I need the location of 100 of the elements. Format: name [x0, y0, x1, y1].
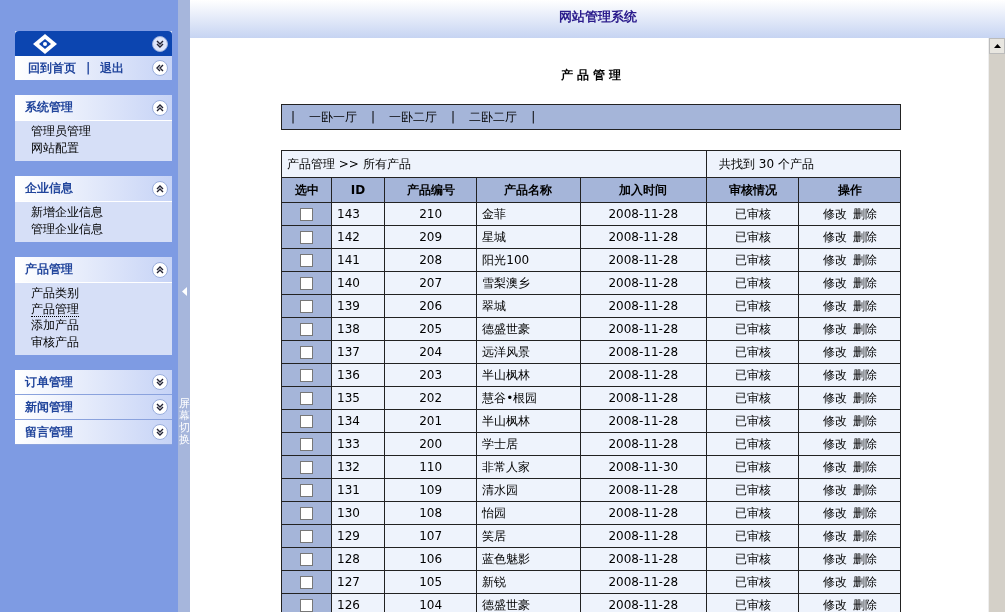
checkbox[interactable]: [300, 368, 313, 382]
column-header: 审核情况: [706, 177, 799, 203]
delete-link[interactable]: 删除: [852, 206, 877, 221]
sidebar-item[interactable]: 产品类别: [31, 285, 79, 302]
delete-link[interactable]: 删除: [852, 436, 877, 451]
checkbox[interactable]: [300, 322, 313, 336]
edit-link[interactable]: 修改: [822, 344, 847, 359]
checkbox[interactable]: [300, 207, 313, 221]
checkbox[interactable]: [300, 391, 313, 405]
sidebar-item[interactable]: 产品管理: [31, 302, 79, 317]
delete-link[interactable]: 删除: [852, 367, 877, 382]
scroll-up-button[interactable]: [989, 38, 1005, 54]
delete-link[interactable]: 删除: [852, 229, 877, 244]
sidebar-item[interactable]: 新增企业信息: [31, 204, 103, 221]
checkbox[interactable]: [300, 230, 313, 244]
separator: |: [530, 109, 537, 125]
up-arrow-icon: [993, 44, 1001, 48]
sidebar-item[interactable]: 网站配置: [31, 140, 79, 157]
sidebar-item[interactable]: 审核产品: [31, 334, 79, 351]
checkbox[interactable]: [300, 253, 313, 267]
checkbox[interactable]: [300, 460, 313, 474]
section-header[interactable]: 系统管理: [25, 100, 73, 115]
expand-icon[interactable]: [152, 374, 168, 390]
delete-link[interactable]: 删除: [852, 344, 877, 359]
delete-link[interactable]: 删除: [852, 482, 877, 497]
checkbox[interactable]: [300, 552, 313, 566]
nav-link-text[interactable]: 回到首页: [25, 60, 79, 76]
collapse-icon[interactable]: [152, 261, 168, 278]
edit-link[interactable]: 修改: [822, 413, 847, 428]
collapse-sidebar-icon[interactable]: [152, 60, 168, 76]
checkbox[interactable]: [300, 414, 313, 428]
checkbox[interactable]: [300, 483, 313, 497]
category-link[interactable]: 一卧二厅: [386, 109, 441, 125]
collapse-icon[interactable]: [152, 180, 168, 197]
edit-link[interactable]: 修改: [822, 206, 847, 221]
section-header[interactable]: 新闻管理: [25, 399, 73, 415]
sidebar-item[interactable]: 管理员管理: [31, 123, 91, 140]
delete-link[interactable]: 删除: [852, 551, 877, 566]
sidebar-item[interactable]: 管理企业信息: [31, 221, 103, 238]
column-header: 产品名称: [476, 177, 581, 203]
delete-link[interactable]: 删除: [852, 597, 877, 612]
category-link[interactable]: 一卧一厅: [306, 109, 361, 125]
result-count: 共找到 30 个产品: [706, 150, 901, 178]
checkbox[interactable]: [300, 276, 313, 290]
edit-link[interactable]: 修改: [822, 597, 847, 612]
column-header: 加入时间: [580, 177, 707, 203]
edit-link[interactable]: 修改: [822, 505, 847, 520]
section-header[interactable]: 订单管理: [25, 374, 73, 390]
delete-link[interactable]: 删除: [852, 505, 877, 520]
delete-link[interactable]: 删除: [852, 574, 877, 589]
scrollbar[interactable]: [988, 38, 1005, 612]
expand-icon[interactable]: [152, 424, 168, 440]
section-header[interactable]: 留言管理: [25, 424, 73, 440]
delete-link[interactable]: 删除: [852, 275, 877, 290]
edit-link[interactable]: 修改: [822, 252, 847, 267]
expand-icon[interactable]: [152, 35, 168, 52]
section-header[interactable]: 产品管理: [25, 262, 73, 277]
table-cell: 2008-11-28: [580, 294, 707, 318]
edit-link[interactable]: 修改: [822, 459, 847, 474]
checkbox[interactable]: [300, 529, 313, 543]
checkbox[interactable]: [300, 506, 313, 520]
table-cell: 2008-11-28: [580, 432, 707, 456]
column-header: 产品编号: [384, 177, 477, 203]
category-link[interactable]: 二卧二厅: [466, 109, 521, 125]
edit-link[interactable]: 修改: [822, 528, 847, 543]
delete-link[interactable]: 删除: [852, 298, 877, 313]
delete-link[interactable]: 删除: [852, 528, 877, 543]
edit-link[interactable]: 修改: [822, 229, 847, 244]
table-cell: 2008-11-28: [580, 202, 707, 226]
delete-link[interactable]: 删除: [852, 413, 877, 428]
checkbox[interactable]: [300, 598, 313, 612]
checkbox[interactable]: [300, 575, 313, 589]
edit-link[interactable]: 修改: [822, 390, 847, 405]
collapse-icon[interactable]: [152, 99, 168, 116]
edit-link[interactable]: 修改: [822, 321, 847, 336]
edit-link[interactable]: 修改: [822, 367, 847, 382]
table-cell: 2008-11-28: [580, 271, 707, 295]
sidebar-item[interactable]: 添加产品: [31, 317, 79, 334]
checkbox[interactable]: [300, 437, 313, 451]
edit-link[interactable]: 修改: [822, 482, 847, 497]
delete-link[interactable]: 删除: [852, 252, 877, 267]
delete-link[interactable]: 删除: [852, 321, 877, 336]
edit-link[interactable]: 修改: [822, 574, 847, 589]
delete-link[interactable]: 删除: [852, 459, 877, 474]
edit-link[interactable]: 修改: [822, 275, 847, 290]
edit-link[interactable]: 修改: [822, 298, 847, 313]
checkbox[interactable]: [300, 299, 313, 313]
section-header[interactable]: 企业信息: [25, 181, 73, 196]
column-header: 选中: [281, 177, 332, 203]
table-cell: 2008-11-28: [580, 248, 707, 272]
edit-link[interactable]: 修改: [822, 436, 847, 451]
checkbox[interactable]: [300, 345, 313, 359]
table-cell: 2008-11-28: [580, 340, 707, 364]
breadcrumb: 产品管理 >> 所有产品: [281, 150, 707, 178]
expand-icon[interactable]: [152, 399, 168, 415]
nav-link-text[interactable]: 退出: [97, 60, 128, 76]
delete-link[interactable]: 删除: [852, 390, 877, 405]
table-cell: 2008-11-28: [580, 478, 707, 502]
table-cell: 2008-11-28: [580, 547, 707, 571]
edit-link[interactable]: 修改: [822, 551, 847, 566]
